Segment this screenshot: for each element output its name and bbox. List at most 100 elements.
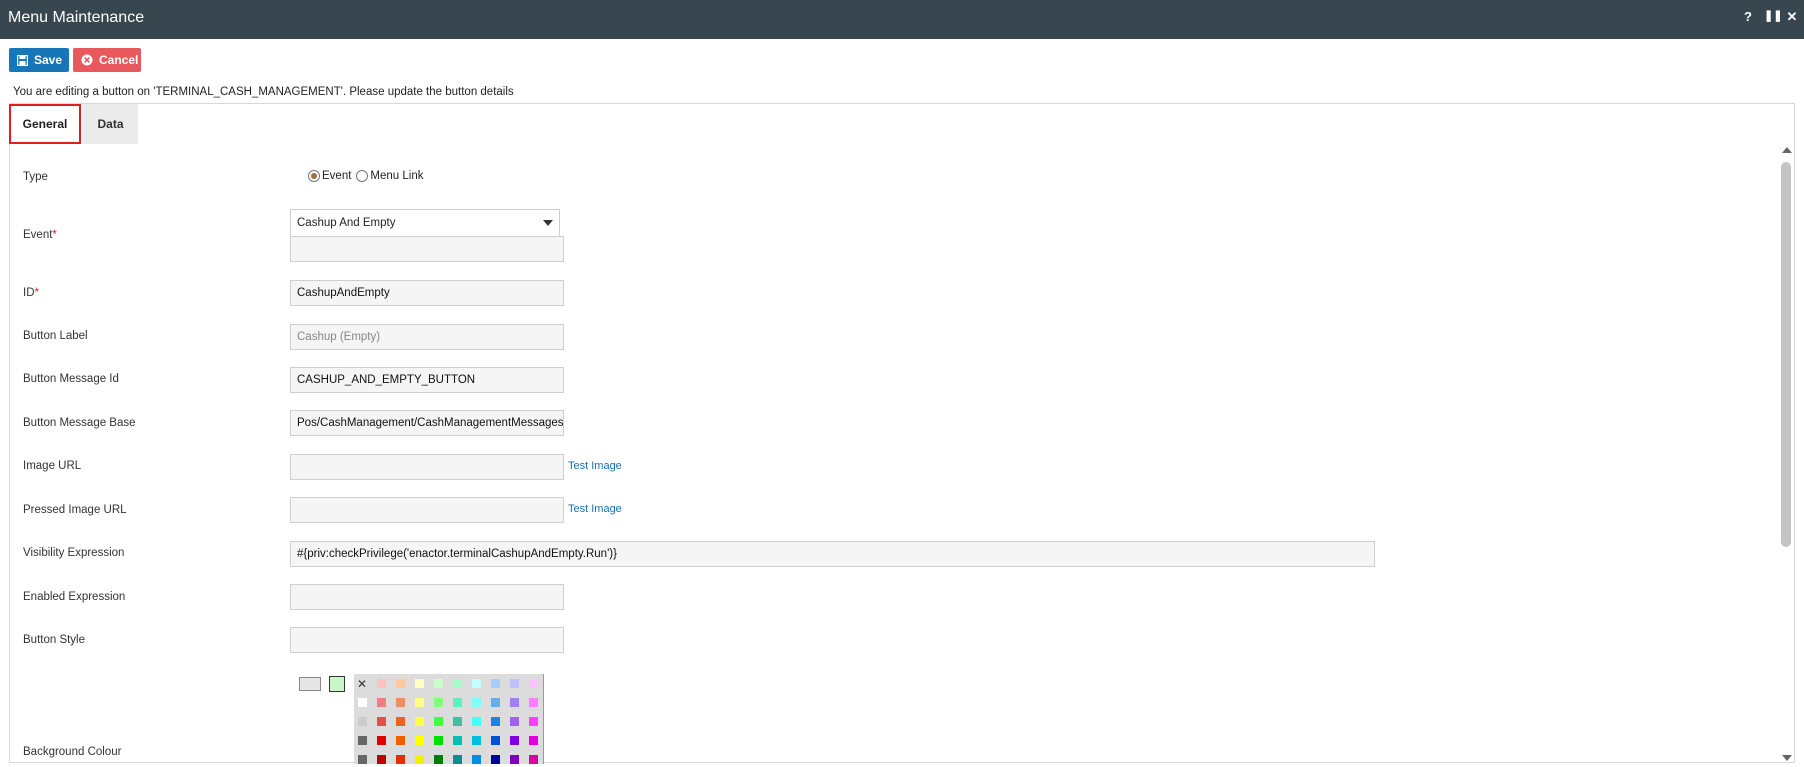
colour-swatch[interactable] — [491, 755, 500, 764]
colour-swatch[interactable] — [510, 736, 519, 745]
visibility-expression-label: Visibility Expression — [23, 547, 125, 559]
colour-swatch[interactable] — [396, 736, 405, 745]
colour-swatch[interactable] — [529, 755, 538, 764]
colour-swatch[interactable] — [358, 698, 367, 707]
button-message-base-field[interactable]: Pos/CashManagement/CashManagementMessage… — [290, 410, 564, 436]
visibility-expression-field[interactable]: #{priv:checkPrivilege('enactor.terminalC… — [290, 541, 1375, 567]
chevron-down-icon — [543, 220, 553, 226]
button-label-label: Button Label — [23, 330, 88, 342]
button-style-field[interactable] — [290, 627, 564, 653]
cancel-label: Cancel — [99, 53, 139, 67]
colour-swatch[interactable] — [415, 755, 424, 764]
tab-data[interactable]: Data — [83, 104, 138, 144]
type-radio-event[interactable] — [308, 170, 320, 182]
pressed-image-url-label: Pressed Image URL — [23, 504, 127, 516]
colour-swatch[interactable] — [529, 679, 538, 688]
event-label: Event* — [23, 229, 57, 241]
window-titlebar: Menu Maintenance ? ❚❚ ✕ — [0, 0, 1804, 39]
cancel-button[interactable]: Cancel — [73, 48, 141, 72]
colour-swatch[interactable] — [377, 755, 386, 764]
button-message-base-label: Button Message Base — [23, 417, 136, 429]
colour-swatch[interactable] — [396, 717, 405, 726]
colour-palette: ✕ — [354, 674, 544, 764]
colour-swatch[interactable] — [415, 736, 424, 745]
colour-swatch[interactable] — [472, 755, 481, 764]
scroll-down-icon[interactable] — [1782, 755, 1792, 761]
button-label-field[interactable]: Cashup (Empty) — [290, 324, 564, 350]
colour-swatch[interactable] — [415, 679, 424, 688]
colour-swatch[interactable] — [529, 736, 538, 745]
form-panel — [9, 103, 1795, 763]
image-url-field[interactable] — [290, 454, 564, 480]
colour-swatch[interactable] — [434, 698, 443, 707]
colour-swatch[interactable] — [453, 755, 462, 764]
colour-swatch[interactable] — [396, 755, 405, 764]
colour-swatch[interactable] — [510, 698, 519, 707]
close-icon[interactable]: ✕ — [1786, 9, 1798, 25]
colour-swatch[interactable] — [377, 717, 386, 726]
test-pressed-image-link[interactable]: Test Image — [568, 503, 622, 515]
enabled-expression-field[interactable] — [290, 584, 564, 610]
help-icon[interactable]: ? — [1742, 9, 1754, 25]
colour-swatch[interactable] — [491, 698, 500, 707]
colour-swatch[interactable] — [453, 698, 462, 707]
colour-swatch[interactable] — [453, 736, 462, 745]
scroll-up-icon[interactable] — [1782, 147, 1792, 153]
colour-swatch[interactable] — [358, 736, 367, 745]
colour-swatch[interactable] — [453, 717, 462, 726]
no-colour-icon[interactable]: ✕ — [357, 678, 369, 690]
colour-swatch[interactable] — [472, 679, 481, 688]
colour-swatch[interactable] — [472, 698, 481, 707]
colour-swatch[interactable] — [491, 717, 500, 726]
colour-swatch[interactable] — [529, 698, 538, 707]
event-secondary-field[interactable] — [290, 236, 564, 262]
required-marker: * — [52, 229, 57, 241]
test-image-link[interactable]: Test Image — [568, 460, 622, 472]
colour-swatch[interactable] — [491, 679, 500, 688]
tab-general[interactable]: General — [9, 104, 81, 144]
type-option-event-label: Event — [322, 170, 352, 182]
colour-swatch[interactable] — [377, 698, 386, 707]
enabled-expression-label: Enabled Expression — [23, 591, 126, 603]
colour-swatch[interactable] — [358, 717, 367, 726]
colour-swatch[interactable] — [434, 755, 443, 764]
image-url-label: Image URL — [23, 460, 82, 472]
scroll-thumb[interactable] — [1781, 162, 1791, 547]
colour-swatch[interactable] — [396, 679, 405, 688]
button-message-id-label: Button Message Id — [23, 373, 119, 385]
colour-swatch[interactable] — [472, 717, 481, 726]
colour-swatch[interactable] — [529, 717, 538, 726]
current-colour-swatch[interactable] — [299, 677, 321, 691]
colour-swatch[interactable] — [472, 736, 481, 745]
colour-swatch[interactable] — [491, 736, 500, 745]
colour-swatch[interactable] — [377, 736, 386, 745]
colour-swatch[interactable] — [453, 679, 462, 688]
selected-colour-swatch[interactable] — [329, 676, 345, 692]
colour-swatch[interactable] — [415, 698, 424, 707]
cancel-icon — [81, 54, 93, 66]
colour-swatch[interactable] — [434, 717, 443, 726]
colour-swatch[interactable] — [510, 755, 519, 764]
save-button[interactable]: Save — [9, 48, 69, 72]
id-label: ID* — [23, 287, 39, 299]
colour-swatch[interactable] — [358, 755, 367, 764]
button-message-id-field[interactable]: CASHUP_AND_EMPTY_BUTTON — [290, 367, 564, 393]
button-style-label: Button Style — [23, 634, 86, 646]
pressed-image-url-field[interactable] — [290, 497, 564, 523]
colour-swatch[interactable] — [415, 717, 424, 726]
event-select[interactable]: Cashup And Empty — [290, 209, 560, 237]
event-select-value: Cashup And Empty — [297, 217, 396, 229]
colour-swatch[interactable] — [510, 717, 519, 726]
colour-swatch[interactable] — [377, 679, 386, 688]
type-radio-menu-link[interactable] — [356, 170, 369, 182]
colour-swatch[interactable] — [510, 679, 519, 688]
window-controls: ? ❚❚ ✕ — [1742, 9, 1798, 25]
edit-notice: You are editing a button on 'TERMINAL_CA… — [13, 86, 514, 98]
pause-icon[interactable]: ❚❚ — [1764, 9, 1782, 25]
colour-swatch[interactable] — [396, 698, 405, 707]
scrollbar[interactable] — [1780, 147, 1792, 761]
id-field[interactable]: CashupAndEmpty — [290, 280, 564, 306]
id-label-text: ID — [23, 287, 35, 299]
colour-swatch[interactable] — [434, 679, 443, 688]
colour-swatch[interactable] — [434, 736, 443, 745]
